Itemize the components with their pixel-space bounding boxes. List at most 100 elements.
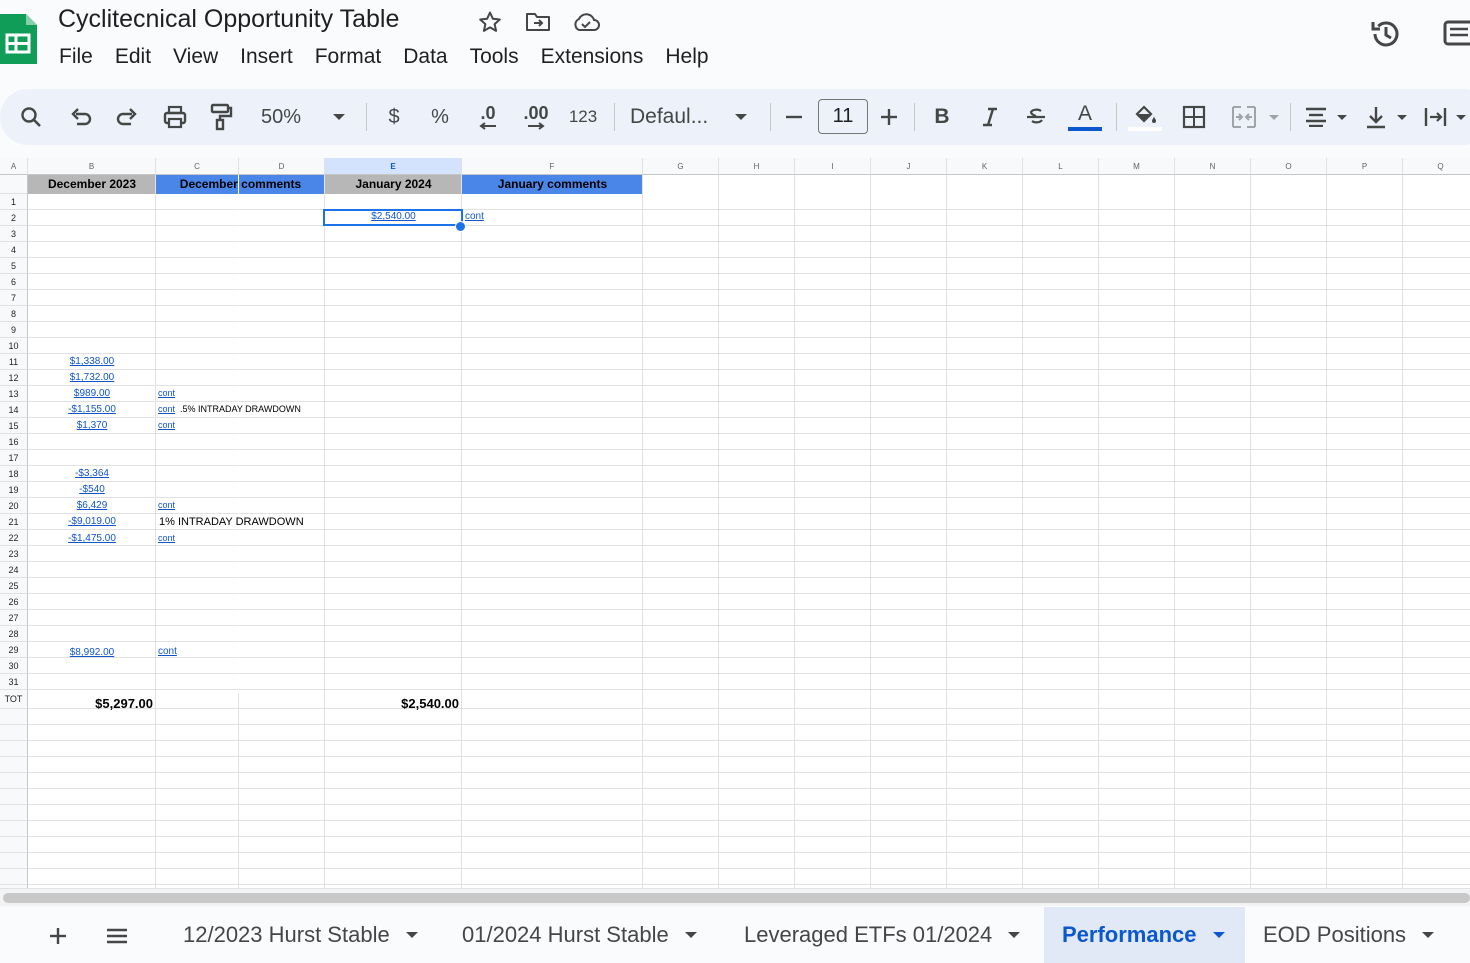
font-size-input[interactable]: 11 (818, 99, 868, 134)
cell-b19[interactable]: -$540 (28, 484, 156, 495)
menu-insert[interactable]: Insert (229, 42, 304, 72)
january-2024-header[interactable]: January 2024 (325, 175, 462, 194)
merge-dropdown-icon[interactable] (1264, 89, 1284, 145)
row-header[interactable] (0, 789, 28, 805)
sheet-tab-performance[interactable]: Performance (1044, 907, 1245, 963)
row-header[interactable]: 3 (0, 226, 28, 242)
row-header[interactable]: 15 (0, 418, 28, 434)
cell-f2[interactable]: cont (465, 211, 484, 222)
spreadsheet-grid[interactable]: A B C D E F G H I J K L M N O P Q Decemb… (0, 158, 1470, 888)
column-header-h[interactable]: H (719, 158, 795, 175)
more-formats-button[interactable]: 123 (564, 89, 602, 145)
row-header[interactable]: 13 (0, 386, 28, 402)
row-header[interactable]: 29 (0, 642, 28, 658)
menu-edit[interactable]: Edit (104, 42, 162, 72)
row-header[interactable]: 9 (0, 322, 28, 338)
row-header[interactable]: 10 (0, 338, 28, 354)
menu-view[interactable]: View (162, 42, 229, 72)
valign-dropdown-icon[interactable] (1392, 89, 1412, 145)
cell-c14-link[interactable]: cont (158, 404, 175, 414)
cell-b18[interactable]: -$3,364 (28, 468, 156, 479)
fill-color-button[interactable] (1126, 89, 1164, 145)
cell-c13[interactable]: cont (158, 388, 175, 398)
cell-b12[interactable]: $1,732.00 (28, 372, 156, 383)
row-header[interactable]: 11 (0, 354, 28, 370)
cell-b21[interactable]: -$9,019.00 (28, 516, 156, 527)
menu-extensions[interactable]: Extensions (530, 42, 655, 72)
italic-button[interactable] (976, 89, 1004, 145)
font-dropdown-icon[interactable] (730, 89, 752, 145)
menu-format[interactable]: Format (304, 42, 393, 72)
row-header[interactable]: 27 (0, 610, 28, 626)
move-folder-icon[interactable] (524, 8, 552, 36)
cell-b-total[interactable]: $5,297.00 (28, 696, 153, 711)
tab-menu-icon[interactable] (1212, 932, 1225, 938)
sheet-tab-eod-positions[interactable]: EOD Positions (1245, 907, 1470, 963)
increase-decimal-button[interactable]: .00 (518, 89, 554, 145)
currency-format-button[interactable]: $ (380, 89, 408, 145)
row-header[interactable]: 6 (0, 274, 28, 290)
search-menus-icon[interactable] (14, 89, 48, 145)
cell-b22[interactable]: -$1,475.00 (28, 533, 156, 544)
row-header[interactable]: 18 (0, 466, 28, 482)
paint-format-icon[interactable] (204, 89, 238, 145)
column-header-p[interactable]: P (1327, 158, 1403, 175)
row-header[interactable] (0, 725, 28, 741)
tab-menu-icon[interactable] (1422, 932, 1435, 938)
row-header[interactable] (0, 853, 28, 869)
column-header-d[interactable]: D (239, 158, 325, 175)
column-header-f[interactable]: F (462, 158, 643, 175)
percent-format-button[interactable]: % (426, 89, 454, 145)
december-2023-header[interactable]: December 2023 (28, 175, 156, 194)
cell-c14-note[interactable]: .5% INTRADAY DRAWDOWN (180, 404, 301, 414)
comments-icon[interactable] (1440, 16, 1470, 52)
row-header[interactable] (0, 757, 28, 773)
bold-button[interactable]: B (928, 89, 956, 145)
wrap-dropdown-icon[interactable] (1452, 89, 1470, 145)
horizontal-scrollbar[interactable] (0, 888, 1470, 906)
cell-b29[interactable]: $8,992.00 (28, 647, 156, 658)
fill-handle[interactable] (455, 221, 466, 232)
row-header[interactable] (0, 869, 28, 885)
tab-menu-icon[interactable] (1008, 932, 1021, 938)
row-header[interactable]: 19 (0, 482, 28, 498)
zoom-dropdown-icon[interactable] (328, 89, 350, 145)
cell-b13[interactable]: $989.00 (28, 388, 156, 399)
sheet-tab-01-2024-hurst-stable[interactable]: 01/2024 Hurst Stable (444, 907, 722, 963)
column-header-i[interactable]: I (795, 158, 871, 175)
cell-b11[interactable]: $1,338.00 (28, 356, 156, 367)
row-header[interactable]: 17 (0, 450, 28, 466)
tab-menu-icon[interactable] (684, 932, 697, 938)
row-header[interactable] (0, 773, 28, 789)
column-header-m[interactable]: M (1099, 158, 1175, 175)
menu-file[interactable]: File (48, 42, 104, 72)
row-header[interactable]: 28 (0, 626, 28, 642)
row-header[interactable]: 16 (0, 434, 28, 450)
cell-c29[interactable]: cont (158, 646, 177, 657)
cell-c22[interactable]: cont (158, 533, 175, 543)
row-header[interactable]: 2 (0, 210, 28, 226)
strikethrough-button[interactable] (1022, 89, 1050, 145)
add-sheet-icon[interactable] (40, 918, 76, 954)
star-icon[interactable] (476, 8, 504, 36)
row-header[interactable]: 1 (0, 194, 28, 210)
row-header[interactable]: 8 (0, 306, 28, 322)
row-header[interactable]: 30 (0, 658, 28, 674)
all-sheets-icon[interactable] (99, 918, 135, 954)
cell-b15[interactable]: $1,370 (28, 420, 156, 431)
row-header[interactable]: 12 (0, 370, 28, 386)
row-header[interactable]: 26 (0, 594, 28, 610)
column-header-o[interactable]: O (1251, 158, 1327, 175)
row-header[interactable]: 21 (0, 514, 28, 530)
row-header[interactable]: 23 (0, 546, 28, 562)
row-header[interactable]: 22 (0, 530, 28, 546)
cell-b14[interactable]: -$1,155.00 (28, 404, 156, 415)
column-header-b[interactable]: B (28, 158, 156, 175)
decrease-font-size-icon[interactable] (782, 89, 806, 145)
undo-icon[interactable] (64, 89, 98, 145)
row-header[interactable]: 4 (0, 242, 28, 258)
scrollbar-thumb[interactable] (3, 893, 1470, 903)
halign-dropdown-icon[interactable] (1332, 89, 1352, 145)
column-header-l[interactable]: L (1023, 158, 1099, 175)
row-header[interactable]: 5 (0, 258, 28, 274)
